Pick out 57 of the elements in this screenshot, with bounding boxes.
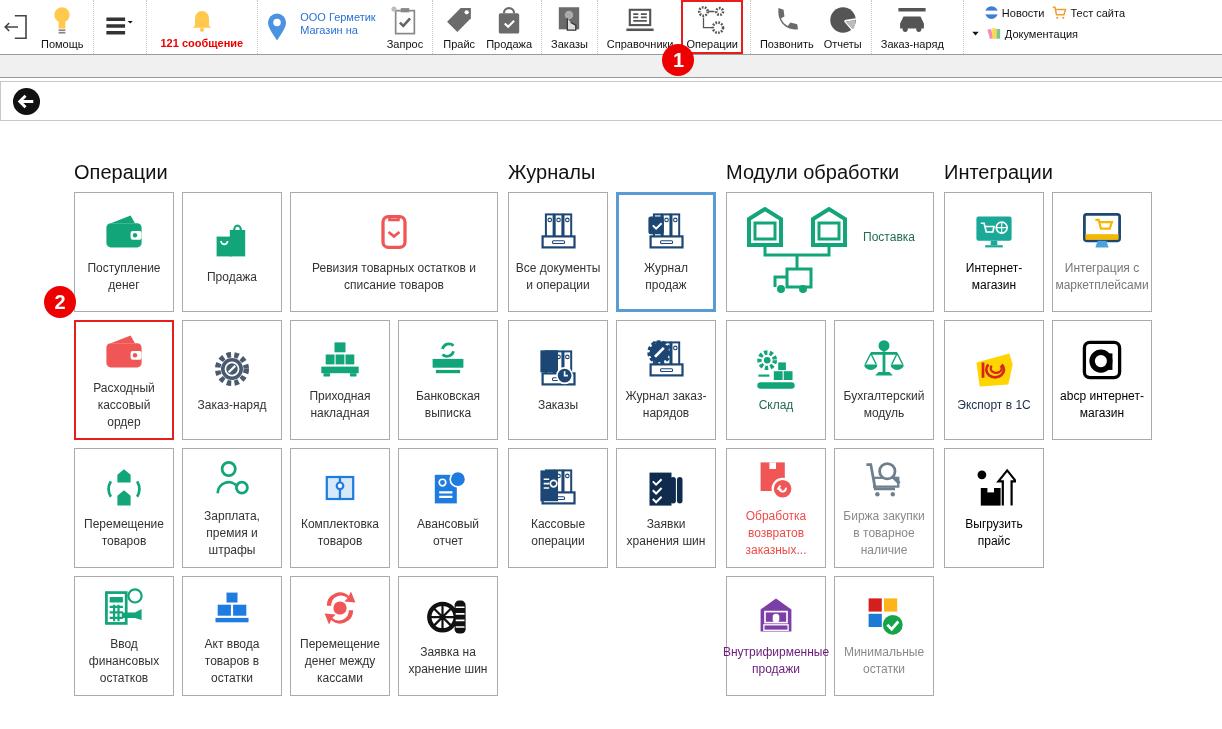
section-title: Модули обработки (726, 161, 901, 185)
module-tile[interactable]: Ввод финансовых остатков (74, 576, 174, 696)
section-title: Журналы (508, 161, 597, 185)
module-tile[interactable]: Авансовый отчет (398, 448, 498, 568)
cart-icon (1052, 5, 1068, 20)
module-tile[interactable]: Биржа закупки в товарное наличие (834, 448, 934, 568)
module-tile[interactable]: Поступление денег (74, 192, 174, 312)
module-tile[interactable]: Минимальные остатки (834, 576, 934, 696)
toolbar-button[interactable]: Прайс (437, 0, 482, 54)
toolbar-button[interactable]: Отчеты (818, 0, 867, 54)
module-tile[interactable]: Экспорт в 1С (944, 320, 1044, 440)
store-link[interactable]: ООО Герметик Магазин на (292, 0, 382, 54)
module-tile[interactable]: Заявка на хранение шин (398, 576, 498, 696)
toolbar-button[interactable]: Заказ-наряд (875, 0, 949, 54)
toolbar-button[interactable]: Помощь (36, 0, 89, 54)
site-test-link[interactable]: Тест сайта (1052, 5, 1126, 20)
toolbar-button[interactable]: Справочники (601, 0, 679, 54)
globe-icon (983, 5, 999, 20)
toolbar-button[interactable]: Операции (681, 0, 743, 54)
module-tile[interactable]: Акт ввода товаров в остатки (182, 576, 282, 696)
module-tile[interactable]: Все документы и операции (508, 192, 608, 312)
toolbar-button[interactable]: Позвонить (754, 0, 819, 54)
module-tile[interactable]: Интеграция с маркетплейсами (1052, 192, 1152, 312)
module-tile[interactable]: Поставка (726, 192, 934, 312)
toolbar-button[interactable]: Запрос (381, 0, 429, 54)
module-tile[interactable]: Кассовые операции (508, 448, 608, 568)
module-tile[interactable]: Интернет-магазин (944, 192, 1044, 312)
module-tile[interactable]: Обработка возвратов заказных... (726, 448, 826, 568)
module-tile[interactable]: Журнал заказ-нарядов (616, 320, 716, 440)
module-tile[interactable]: abcp интернет-магазин (1052, 320, 1152, 440)
module-tile[interactable]: Банковская выписка (398, 320, 498, 440)
news-link[interactable]: Новости (983, 5, 1045, 20)
caret-icon[interactable] (971, 30, 979, 37)
back-button[interactable] (12, 86, 41, 116)
module-tile[interactable]: Заказ-наряд (182, 320, 282, 440)
module-tile[interactable]: Бухгалтерский модуль (834, 320, 934, 440)
module-tile[interactable]: Ревизия товарных остатков и списание товаров (290, 192, 498, 312)
module-tile[interactable]: Продажа (182, 192, 282, 312)
section-title: Операции (74, 161, 169, 185)
module-tile[interactable]: Перемещение товаров (74, 448, 174, 568)
module-tile[interactable]: Перемещение денег между кассами (290, 576, 390, 696)
toolbar-button[interactable]: Заказы (546, 0, 593, 54)
module-tile[interactable]: Выгрузить прайс (944, 448, 1044, 568)
messages-button[interactable]: 121 сообщение (150, 0, 254, 54)
module-tile[interactable]: Комплектовка товаров (290, 448, 390, 568)
module-tile[interactable]: Журнал продаж (616, 192, 716, 312)
step-marker: 2 (44, 286, 76, 318)
rounded-square-logo-icon (1080, 338, 1124, 382)
module-tile[interactable]: Склад (726, 320, 826, 440)
module-tile[interactable]: Зарплата, премия и штрафы (182, 448, 282, 568)
books-icon (986, 26, 1002, 41)
toolbar-button[interactable]: Продажа (481, 0, 538, 54)
section-title: Интеграции (944, 161, 1054, 185)
documentation-link[interactable]: Документация (986, 26, 1079, 41)
module-tile[interactable]: Заказы (508, 320, 608, 440)
module-tile[interactable]: Заявки хранения шин (616, 448, 716, 568)
module-tile[interactable]: Приходная накладная (290, 320, 390, 440)
